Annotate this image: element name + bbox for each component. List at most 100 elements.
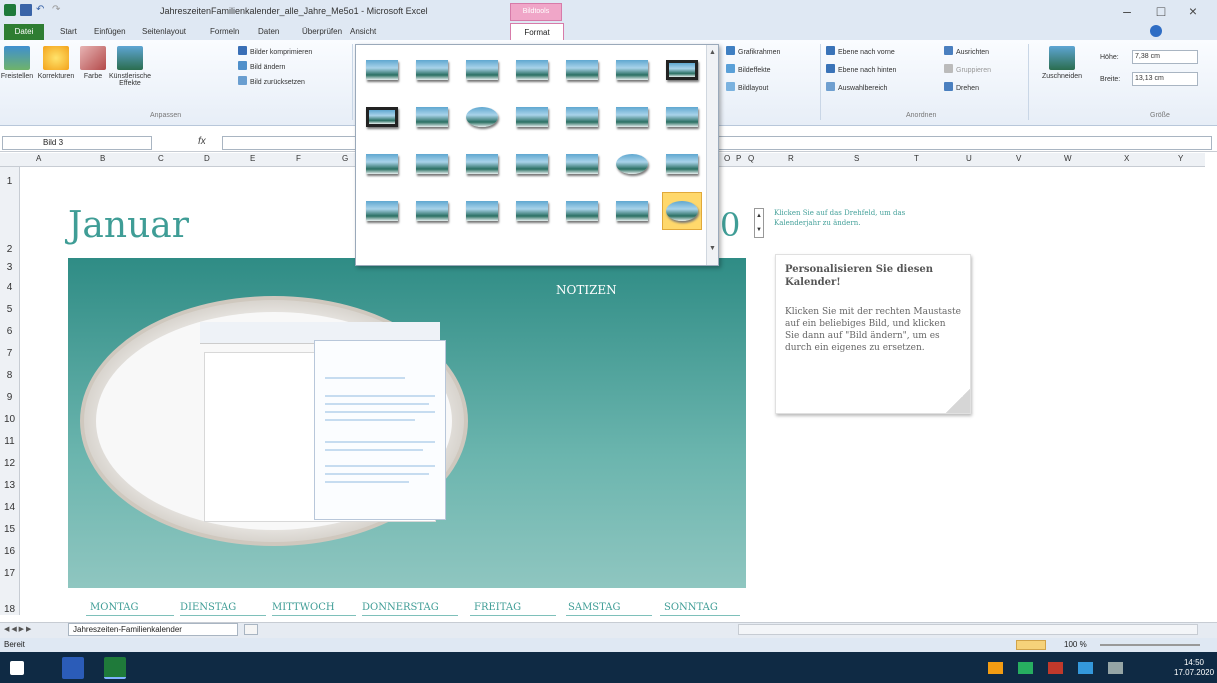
excel-taskbar-icon[interactable]	[104, 657, 126, 679]
row-header-4[interactable]: 4	[0, 282, 20, 293]
row-header-12[interactable]: 12	[0, 458, 20, 469]
column-header-u[interactable]: U	[966, 154, 972, 163]
picture-style-option[interactable]	[462, 145, 502, 183]
zoom-level[interactable]: 100 %	[1064, 638, 1087, 652]
column-header-c[interactable]: C	[158, 154, 164, 163]
picture-style-option[interactable]	[662, 98, 702, 136]
picture-effects-button[interactable]: Bildeffekte	[726, 64, 771, 76]
picture-style-option[interactable]	[462, 192, 502, 230]
picture-style-option[interactable]	[412, 145, 452, 183]
column-header-g[interactable]: G	[342, 154, 348, 163]
align-button[interactable]: Ausrichten	[944, 46, 989, 58]
close-button[interactable]: ×	[1180, 2, 1206, 20]
bring-forward-button[interactable]: Ebene nach vorne	[826, 46, 895, 58]
tab-insert[interactable]: Einfügen	[94, 24, 126, 40]
picture-style-option[interactable]	[362, 192, 402, 230]
row-header-6[interactable]: 6	[0, 326, 20, 337]
picture-style-option[interactable]	[362, 145, 402, 183]
row-header-7[interactable]: 7	[0, 348, 20, 359]
tab-data[interactable]: Daten	[258, 24, 279, 40]
picture-style-option[interactable]	[512, 98, 552, 136]
reset-picture-button[interactable]: Bild zurücksetzen	[238, 76, 305, 88]
spinner-up-icon[interactable]: ▲	[755, 209, 763, 223]
row-header-17[interactable]: 17	[0, 568, 20, 579]
picture-style-option[interactable]	[612, 145, 652, 183]
name-box[interactable]: Bild 3	[2, 136, 152, 150]
column-header-p[interactable]: P	[736, 154, 741, 163]
picture-style-option[interactable]	[412, 192, 452, 230]
sheet-nav-arrows-icon[interactable]: ◀ ◀ ▶ ▶	[4, 625, 31, 633]
tab-view[interactable]: Ansicht	[350, 24, 376, 40]
column-header-a[interactable]: A	[36, 154, 41, 163]
column-header-x[interactable]: X	[1124, 154, 1129, 163]
picture-style-option[interactable]	[612, 192, 652, 230]
row-header-8[interactable]: 8	[0, 370, 20, 381]
redo-icon[interactable]: ↷	[52, 4, 60, 15]
minimize-button[interactable]: –	[1114, 2, 1140, 20]
picture-style-option[interactable]	[412, 51, 452, 89]
group-button[interactable]: Gruppieren	[944, 64, 991, 76]
system-tray-icons[interactable]	[988, 662, 1138, 674]
scroll-up-icon[interactable]: ▲	[709, 49, 716, 56]
row-header-1[interactable]: 1	[0, 176, 20, 187]
row-header-18[interactable]: 18	[0, 604, 20, 615]
sheet-tab[interactable]: Jahreszeiten-Familienkalender	[68, 623, 238, 636]
tab-review[interactable]: Überprüfen	[302, 24, 342, 40]
row-header-5[interactable]: 5	[0, 304, 20, 315]
picture-style-option[interactable]	[462, 51, 502, 89]
picture-layout-button[interactable]: Bildlayout	[726, 82, 768, 94]
new-sheet-icon[interactable]	[244, 624, 258, 635]
row-header-16[interactable]: 16	[0, 546, 20, 557]
windows-start-icon[interactable]	[10, 661, 24, 675]
word-icon[interactable]	[62, 657, 84, 679]
picture-style-option[interactable]	[562, 145, 602, 183]
picture-style-option[interactable]	[562, 192, 602, 230]
picture-style-option[interactable]	[512, 145, 552, 183]
compress-pictures-button[interactable]: Bilder komprimieren	[238, 46, 312, 58]
column-header-w[interactable]: W	[1064, 154, 1072, 163]
remove-background-button[interactable]: Freistellen	[0, 46, 34, 102]
width-input[interactable]: 13,13 cm	[1132, 72, 1198, 86]
row-header-10[interactable]: 10	[0, 414, 20, 425]
tab-start[interactable]: Start	[60, 24, 77, 40]
maximize-button[interactable]: □	[1148, 2, 1174, 20]
tab-formulas[interactable]: Formeln	[210, 24, 239, 40]
rotate-button[interactable]: Drehen	[944, 82, 979, 94]
tab-format[interactable]: Format	[510, 23, 564, 41]
zoom-slider[interactable]	[1100, 644, 1200, 646]
picture-style-option[interactable]	[462, 98, 502, 136]
picture-style-option[interactable]	[562, 98, 602, 136]
picture-border-button[interactable]: Grafikrahmen	[726, 46, 780, 58]
row-header-13[interactable]: 13	[0, 480, 20, 491]
picture-style-option[interactable]	[512, 51, 552, 89]
tab-file[interactable]: Datei	[4, 24, 44, 40]
row-header-15[interactable]: 15	[0, 524, 20, 535]
row-header-11[interactable]: 11	[0, 436, 20, 447]
column-header-t[interactable]: T	[914, 154, 919, 163]
column-header-d[interactable]: D	[204, 154, 210, 163]
send-backward-button[interactable]: Ebene nach hinten	[826, 64, 896, 76]
picture-style-option[interactable]	[612, 98, 652, 136]
row-header-9[interactable]: 9	[0, 392, 20, 403]
undo-icon[interactable]: ↶	[36, 4, 44, 15]
picture-style-option[interactable]	[662, 145, 702, 183]
spinner-down-icon[interactable]: ▼	[755, 223, 763, 237]
column-header-y[interactable]: Y	[1178, 154, 1183, 163]
view-buttons[interactable]	[1016, 640, 1046, 650]
row-header-2[interactable]: 2	[0, 244, 20, 255]
column-header-o[interactable]: O	[724, 154, 730, 163]
picture-style-option[interactable]	[662, 192, 702, 230]
insert-function-button[interactable]: fx	[198, 136, 206, 147]
selection-pane-button[interactable]: Auswahlbereich	[826, 82, 887, 94]
change-picture-button[interactable]: Bild ändern	[238, 61, 285, 73]
artistic-effects-button[interactable]: Künstlerische Effekte	[108, 46, 152, 102]
year-spinner[interactable]: ▲ ▼	[754, 208, 764, 238]
picture-style-option[interactable]	[662, 51, 702, 89]
column-header-r[interactable]: R	[788, 154, 794, 163]
color-button[interactable]: Farbe	[78, 46, 108, 102]
column-header-b[interactable]: B	[100, 154, 105, 163]
help-icon[interactable]	[1150, 25, 1162, 37]
crop-button[interactable]: Zuschneiden	[1034, 46, 1090, 102]
row-header-3[interactable]: 3	[0, 262, 20, 273]
height-input[interactable]: 7,38 cm	[1132, 50, 1198, 64]
